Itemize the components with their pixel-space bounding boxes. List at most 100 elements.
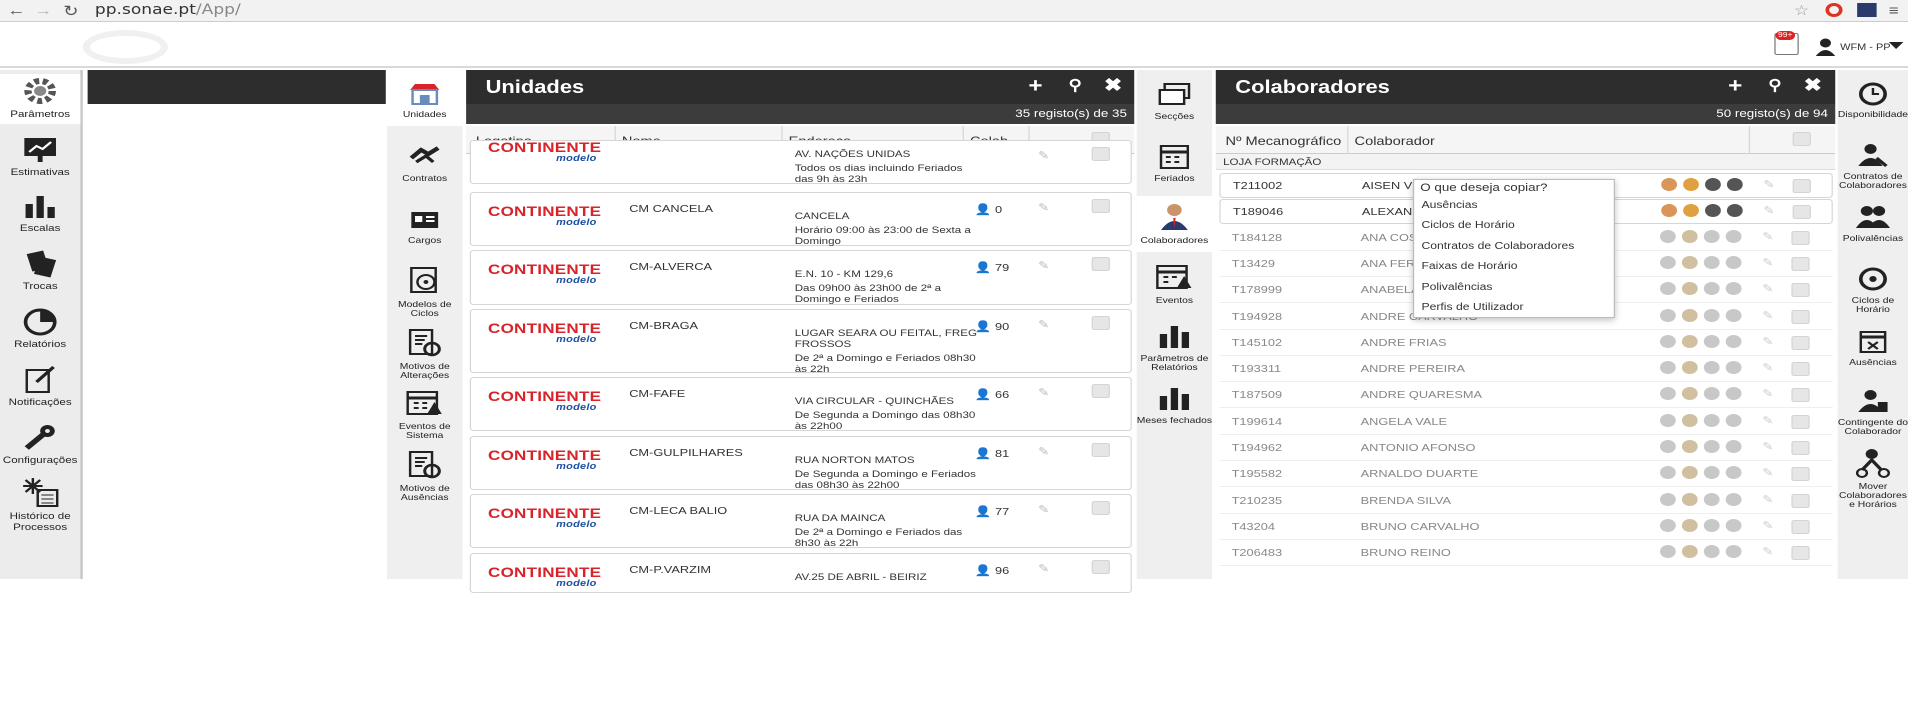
row-action-icon[interactable] (1681, 282, 1698, 296)
row-checkbox[interactable] (1791, 283, 1810, 298)
user-dropdown-icon[interactable] (1888, 42, 1904, 49)
col-colaborador[interactable]: Colaborador (1355, 134, 1435, 148)
search-icon[interactable]: ⚲ (1768, 76, 1781, 94)
row-checkbox[interactable] (1792, 179, 1811, 193)
row-action-icon[interactable] (1659, 361, 1676, 375)
edit-icon[interactable]: ✎ (1038, 445, 1049, 458)
row-checkbox[interactable] (1791, 388, 1810, 403)
row-action-icon[interactable] (1681, 229, 1698, 243)
nav-relatorios[interactable]: Relatórios (0, 306, 80, 350)
colaborador-row[interactable]: T194962 ANTONIO AFONSO ✎ (1219, 436, 1833, 461)
row-action-icon[interactable] (1703, 229, 1720, 243)
copy-option-faixas[interactable]: Faixas de Horário (1421, 261, 1517, 272)
colaborador-row[interactable]: T210235 BRENDA SILVA ✎ (1219, 489, 1833, 514)
edit-icon[interactable]: ✎ (1762, 387, 1773, 400)
cat-cargos[interactable]: Cargos (387, 208, 462, 245)
row-action-icon[interactable] (1681, 492, 1698, 506)
row-action-icon[interactable] (1659, 545, 1676, 559)
edit-icon[interactable]: ✎ (1762, 466, 1773, 479)
row-checkbox[interactable] (1791, 519, 1810, 534)
cat-colaboradores[interactable]: Colaboradores (1136, 196, 1213, 252)
copy-option-polivalencias[interactable]: Polivalências (1421, 282, 1492, 293)
edit-icon[interactable]: ✎ (1762, 335, 1773, 348)
back-icon[interactable]: ← (7, 2, 25, 19)
edit-icon[interactable]: ✎ (1762, 414, 1773, 427)
row-action-icon[interactable] (1725, 282, 1742, 296)
colaborador-row[interactable]: T43204 BRUNO CARVALHO ✎ (1219, 515, 1833, 540)
row-action-icon[interactable] (1683, 178, 1699, 191)
row-action-icon[interactable] (1725, 229, 1742, 243)
close-icon[interactable]: ✖ (1804, 75, 1822, 96)
row-action-icon[interactable] (1681, 334, 1698, 348)
row-action-icon[interactable] (1703, 413, 1720, 427)
nav-escalas[interactable]: Escalas (0, 192, 80, 234)
colaborador-row[interactable]: T145102 ANDRE FRIAS ✎ (1219, 331, 1833, 356)
row-action-icon[interactable] (1725, 518, 1742, 532)
row-action-icon[interactable] (1705, 204, 1721, 218)
row-checkbox[interactable] (1791, 546, 1810, 561)
nav-polivalencias[interactable]: Polivalências (1838, 204, 1908, 243)
row-action-icon[interactable] (1681, 361, 1698, 375)
user-name[interactable]: WFM - PP (1840, 42, 1891, 52)
row-checkbox[interactable] (1791, 467, 1810, 482)
copy-option-contratos[interactable]: Contratos de Colaboradores (1421, 241, 1574, 252)
edit-icon[interactable]: ✎ (1763, 178, 1774, 191)
forward-icon[interactable]: → (34, 2, 52, 19)
select-all-checkbox[interactable] (1792, 132, 1811, 146)
row-checkbox[interactable] (1791, 493, 1810, 508)
row-action-icon[interactable] (1725, 255, 1742, 269)
col-numero[interactable]: Nº Mecanográfico (1226, 134, 1342, 148)
row-action-icon[interactable] (1681, 440, 1698, 453)
edit-icon[interactable]: ✎ (1762, 545, 1773, 558)
row-action-icon[interactable] (1659, 387, 1676, 401)
row-action-icon[interactable] (1725, 308, 1742, 322)
cat-unidades[interactable]: Unidades (387, 70, 463, 126)
row-action-icon[interactable] (1725, 361, 1742, 375)
unidade-row[interactable]: CONTINENTE modelo AV. NAÇÕES UNIDAS Todos o… (469, 139, 1132, 185)
edit-icon[interactable]: ✎ (1038, 386, 1049, 399)
cat-eventos[interactable]: Eventos (1137, 262, 1212, 305)
nav-ciclos-horario[interactable]: Ciclos de Horário (1838, 266, 1908, 314)
nav-contratos-colaboradores[interactable]: Contratos de Colaboradores (1838, 142, 1908, 190)
row-action-icon[interactable] (1703, 518, 1720, 532)
cat-seccoes[interactable]: Secções (1137, 82, 1212, 121)
reload-icon[interactable]: ↻ (63, 2, 78, 20)
address-bar[interactable]: pp.sonae.pt/App/ (95, 2, 241, 18)
edit-icon[interactable]: ✎ (1762, 309, 1773, 322)
unidade-row[interactable]: CONTINENTE modelo CM-GULPILHARES RUA NORTON… (469, 436, 1132, 491)
row-action-icon[interactable] (1725, 492, 1742, 506)
row-action-icon[interactable] (1659, 255, 1676, 269)
opera-icon[interactable] (1825, 3, 1843, 17)
nav-parametros[interactable]: Parâmetros (0, 74, 81, 124)
row-action-icon[interactable] (1659, 466, 1676, 480)
row-action-icon[interactable] (1725, 334, 1742, 348)
row-action-icon[interactable] (1681, 518, 1698, 532)
nav-ausencias[interactable]: Ausências (1838, 328, 1908, 367)
cat-eventos-sistema[interactable]: Eventos de Sistema (387, 388, 462, 440)
row-action-icon[interactable] (1661, 204, 1678, 218)
row-action-icon[interactable] (1725, 466, 1742, 480)
row-action-icon[interactable] (1703, 255, 1720, 269)
row-action-icon[interactable] (1725, 387, 1742, 401)
row-action-icon[interactable] (1725, 545, 1742, 559)
edit-icon[interactable]: ✎ (1763, 204, 1774, 217)
unidade-row[interactable]: CONTINENTE modelo CM-P.VARZIM AV.25 DE ABRI… (469, 553, 1132, 593)
row-action-icon[interactable] (1659, 308, 1676, 322)
row-action-icon[interactable] (1659, 413, 1676, 427)
colaborador-row[interactable]: T187509 ANDRE QUARESMA ✎ (1219, 383, 1833, 409)
unidade-row[interactable]: CONTINENTE modelo CM-LECA BALIO RUA DA MAIN… (469, 494, 1132, 549)
row-action-icon[interactable] (1703, 308, 1720, 322)
unidade-row[interactable]: CONTINENTE modelo CM-FAFE VIA CIRCULAR - QU… (469, 377, 1132, 432)
colaborador-row[interactable]: T195582 ARNALDO DUARTE ✎ (1219, 462, 1833, 488)
row-action-icon[interactable] (1659, 492, 1676, 506)
nav-trocas[interactable]: Trocas (0, 250, 80, 292)
row-checkbox[interactable] (1091, 257, 1110, 271)
edit-icon[interactable]: ✎ (1762, 256, 1773, 269)
row-action-icon[interactable] (1659, 282, 1676, 296)
edit-icon[interactable]: ✎ (1762, 361, 1773, 374)
row-action-icon[interactable] (1705, 178, 1721, 191)
row-action-icon[interactable] (1681, 545, 1698, 559)
row-checkbox[interactable] (1091, 560, 1110, 574)
copy-option-perfis[interactable]: Perfis de Utilizador (1421, 302, 1523, 313)
edit-icon[interactable]: ✎ (1762, 493, 1773, 506)
